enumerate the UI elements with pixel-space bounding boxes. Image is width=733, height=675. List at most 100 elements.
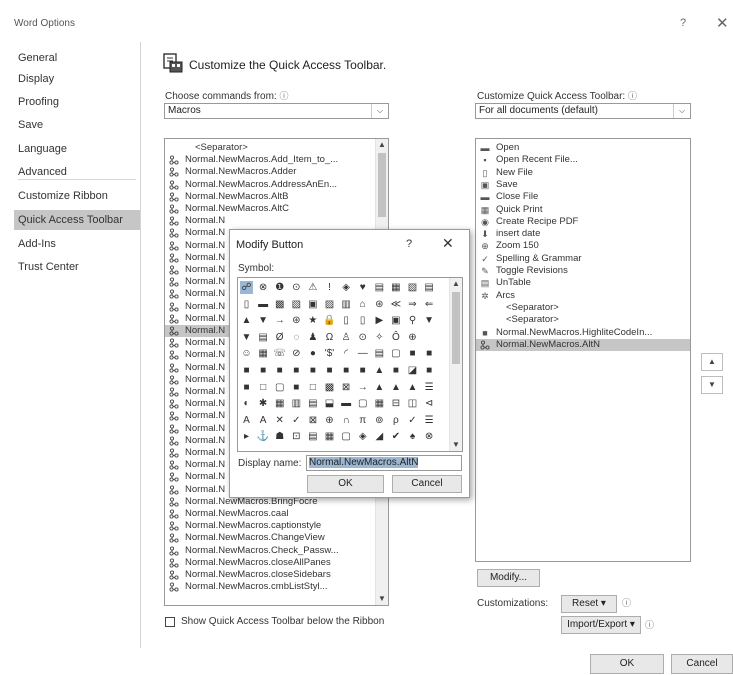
symbol-option[interactable]: ■ bbox=[290, 381, 303, 394]
symbol-option[interactable]: ⌂ bbox=[356, 298, 369, 311]
list-item[interactable]: Normal.NewMacros.AltN bbox=[476, 338, 690, 351]
symbol-option[interactable]: ☰ bbox=[423, 414, 436, 427]
symbol-option[interactable]: ⊗ bbox=[423, 430, 436, 443]
symbol-option[interactable]: '$' bbox=[323, 347, 336, 360]
symbol-option[interactable]: ▤ bbox=[373, 281, 386, 294]
symbol-option[interactable]: ⊚ bbox=[373, 414, 386, 427]
symbol-option[interactable]: ▼ bbox=[423, 314, 436, 327]
symbol-option[interactable]: ⊟ bbox=[389, 397, 402, 410]
symbol-option[interactable]: ▼ bbox=[257, 314, 270, 327]
symbol-option[interactable]: ⚠ bbox=[306, 281, 319, 294]
dialog-help-button[interactable]: ? bbox=[406, 238, 412, 250]
choose-commands-dropdown[interactable]: Macros ⌵ bbox=[164, 103, 389, 119]
symbol-option[interactable]: → bbox=[273, 314, 286, 327]
nav-item-proofing[interactable]: Proofing bbox=[14, 92, 140, 112]
list-item[interactable]: Normal.NewMacros.Adder bbox=[165, 166, 375, 178]
symbol-option[interactable]: Ø bbox=[273, 331, 286, 344]
symbol-option[interactable]: ✕ bbox=[273, 414, 286, 427]
symbol-option[interactable]: ◫ bbox=[406, 397, 419, 410]
symbol-option[interactable]: ▤ bbox=[423, 281, 436, 294]
symbol-option[interactable]: ♙ bbox=[340, 331, 353, 344]
symbol-option[interactable]: ⊙ bbox=[290, 281, 303, 294]
symbol-option[interactable]: ■ bbox=[406, 347, 419, 360]
symbol-option[interactable]: ☍ bbox=[240, 281, 253, 294]
symbol-option[interactable]: ⚲ bbox=[406, 314, 419, 327]
reset-button[interactable]: Reset ▾ bbox=[561, 595, 617, 613]
symbol-option[interactable]: ▤ bbox=[306, 430, 319, 443]
symbol-option[interactable]: ∩ bbox=[340, 414, 353, 427]
symbol-scrollbar[interactable]: ▲ ▼ bbox=[449, 278, 462, 451]
symbol-option[interactable]: ▯ bbox=[340, 314, 353, 327]
symbol-option[interactable]: ✧ bbox=[373, 331, 386, 344]
symbol-option[interactable]: ■ bbox=[240, 364, 253, 377]
symbol-option[interactable]: ☗ bbox=[273, 430, 286, 443]
list-item[interactable]: <Separator> bbox=[476, 302, 690, 314]
customize-qat-dropdown[interactable]: For all documents (default) ⌵ bbox=[475, 103, 691, 119]
symbol-option[interactable]: ★ bbox=[306, 314, 319, 327]
symbol-option[interactable]: ▶ bbox=[373, 314, 386, 327]
symbol-option[interactable]: ⊘ bbox=[290, 347, 303, 360]
symbol-option[interactable]: ⊛ bbox=[290, 314, 303, 327]
symbol-option[interactable]: ◈ bbox=[340, 281, 353, 294]
list-item[interactable]: ▬ Open bbox=[476, 142, 690, 154]
symbol-option[interactable]: ▤ bbox=[373, 347, 386, 360]
symbol-option[interactable]: ■ bbox=[356, 364, 369, 377]
symbol-option[interactable]: ● bbox=[306, 347, 319, 360]
symbol-option[interactable]: ▢ bbox=[340, 430, 353, 443]
nav-item-add-ins[interactable]: Add-Ins bbox=[14, 234, 140, 254]
list-item[interactable]: <Separator> bbox=[165, 142, 375, 154]
list-item[interactable]: ▣ Save bbox=[476, 179, 690, 191]
symbol-option[interactable]: ♥ bbox=[356, 281, 369, 294]
list-item[interactable]: Normal.NewMacros.AltC bbox=[165, 203, 375, 215]
symbol-option[interactable]: ▩ bbox=[273, 298, 286, 311]
symbol-option[interactable]: ■ bbox=[340, 364, 353, 377]
symbol-option[interactable]: ! bbox=[323, 281, 336, 294]
symbol-option[interactable]: ▢ bbox=[356, 397, 369, 410]
symbol-option[interactable]: ▥ bbox=[290, 397, 303, 410]
toolbar-commands-list[interactable]: Normal.NewMacros.AltN ■ Normal.NewMacros.H… bbox=[475, 138, 691, 562]
symbol-option[interactable]: ρ bbox=[389, 414, 402, 427]
show-below-ribbon-checkbox[interactable] bbox=[165, 617, 175, 627]
symbol-option[interactable]: ✓ bbox=[406, 414, 419, 427]
symbol-option[interactable]: ◈ bbox=[356, 430, 369, 443]
symbol-option[interactable]: ▲ bbox=[406, 381, 419, 394]
symbol-option[interactable]: ▢ bbox=[273, 381, 286, 394]
symbol-option[interactable]: ▲ bbox=[240, 314, 253, 327]
symbol-option[interactable]: Ô bbox=[389, 331, 402, 344]
list-item[interactable]: Normal.NewMacros.AddressAnEn... bbox=[165, 179, 375, 191]
dialog-cancel-button[interactable]: Cancel bbox=[392, 475, 462, 493]
list-item[interactable]: ⊕ Zoom 150 bbox=[476, 240, 690, 252]
scroll-thumb[interactable] bbox=[378, 153, 386, 217]
symbol-option[interactable]: ▦ bbox=[257, 347, 270, 360]
symbol-option[interactable]: ▯ bbox=[240, 298, 253, 311]
symbol-option[interactable]: ■ bbox=[323, 364, 336, 377]
symbol-option[interactable]: □ bbox=[306, 381, 319, 394]
symbol-option[interactable]: ☏ bbox=[273, 347, 286, 360]
display-name-input[interactable]: Normal.NewMacros.AltN bbox=[306, 455, 462, 471]
symbol-option[interactable]: ⇒ bbox=[406, 298, 419, 311]
list-item[interactable]: Normal.N bbox=[165, 215, 375, 227]
symbol-option[interactable]: ◌ bbox=[290, 331, 303, 344]
modify-button[interactable]: Modify... bbox=[477, 569, 540, 587]
list-item[interactable]: ▪ Open Recent File... bbox=[476, 154, 690, 166]
list-item[interactable]: ■ Normal.NewMacros.HighliteCodeIn... bbox=[476, 327, 690, 339]
symbol-option[interactable]: ▼ bbox=[240, 331, 253, 344]
symbol-option[interactable]: ■ bbox=[423, 347, 436, 360]
nav-item-save[interactable]: Save bbox=[14, 115, 140, 135]
symbol-option[interactable]: 🔒 bbox=[323, 314, 336, 327]
symbol-option[interactable]: ≪ bbox=[389, 298, 402, 311]
symbol-option[interactable]: ■ bbox=[240, 381, 253, 394]
list-item[interactable]: ▤ UnTable bbox=[476, 277, 690, 289]
symbol-option[interactable]: A bbox=[240, 414, 253, 427]
symbol-option[interactable]: ▦ bbox=[323, 430, 336, 443]
help-button[interactable]: ? bbox=[680, 17, 686, 29]
symbol-option[interactable]: ▸ bbox=[240, 430, 253, 443]
symbol-option[interactable]: ▲ bbox=[389, 381, 402, 394]
symbol-option[interactable]: ▬ bbox=[340, 397, 353, 410]
nav-item-quick-access-toolbar[interactable]: Quick Access Toolbar bbox=[14, 210, 140, 230]
symbol-option[interactable]: ⊗ bbox=[257, 281, 270, 294]
symbol-option[interactable]: ▥ bbox=[340, 298, 353, 311]
symbol-option[interactable]: ■ bbox=[389, 364, 402, 377]
symbol-option[interactable]: ■ bbox=[273, 364, 286, 377]
symbol-option[interactable]: □ bbox=[257, 381, 270, 394]
